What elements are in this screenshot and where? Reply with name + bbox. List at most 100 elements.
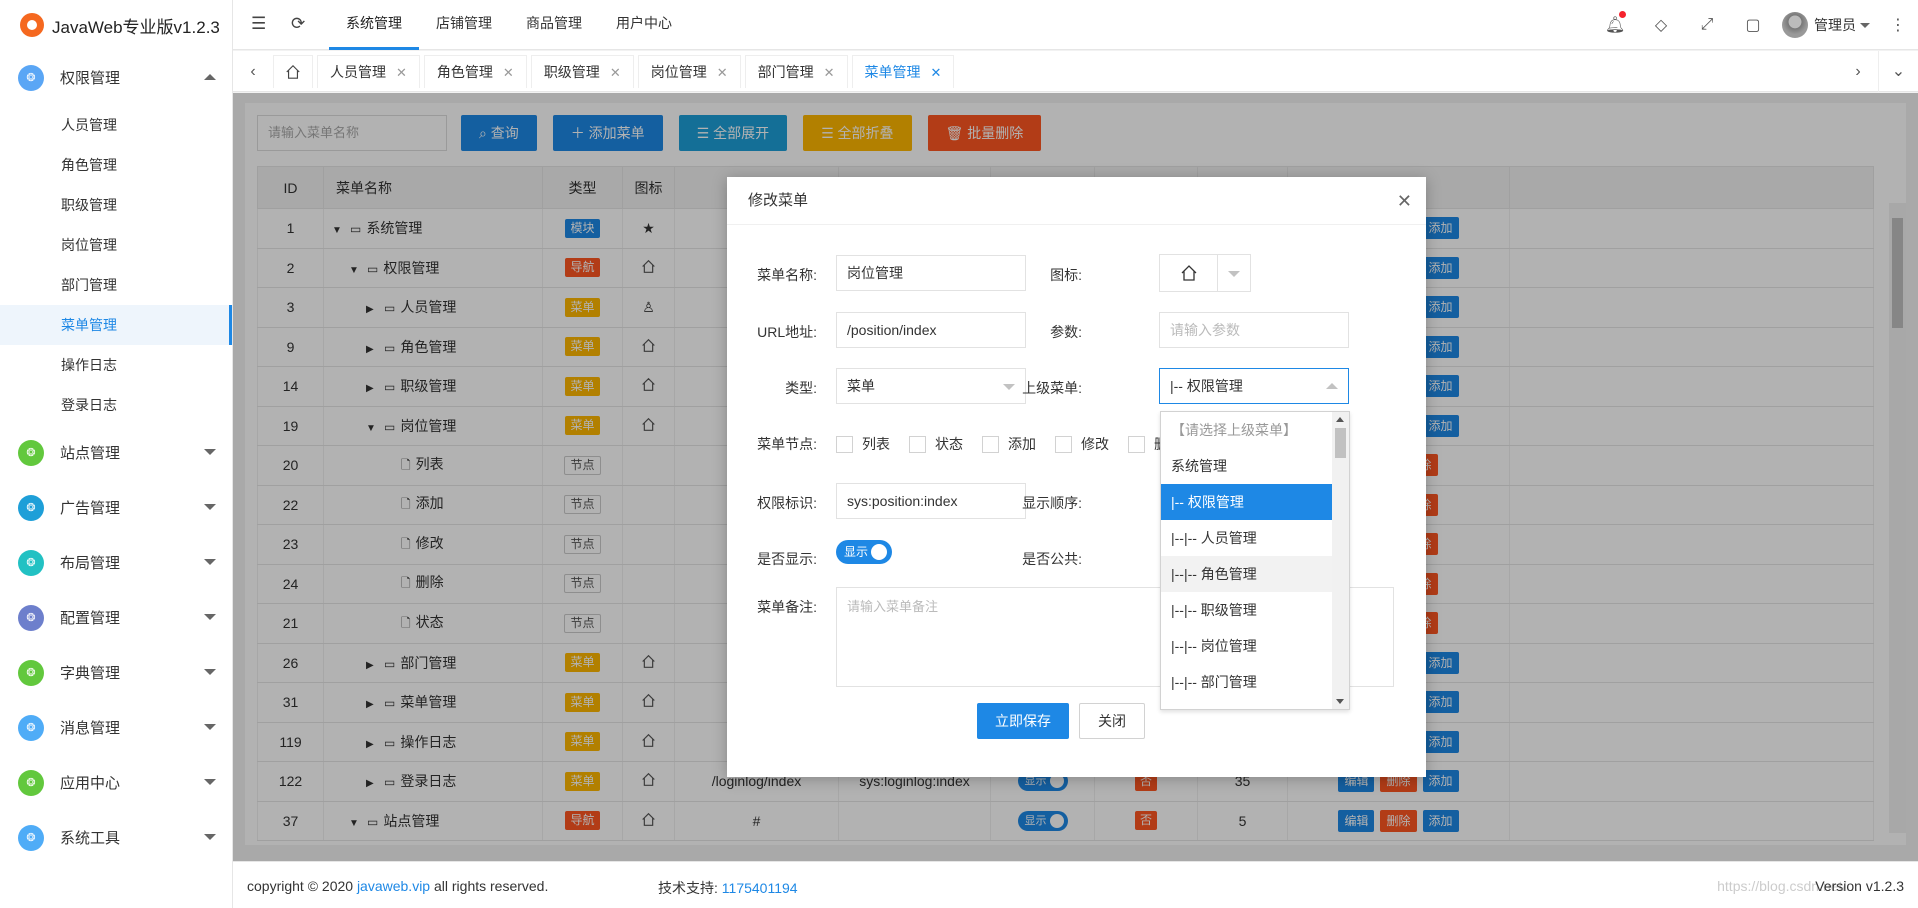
sidebar-group-5[interactable]: ❂ 字典管理 bbox=[0, 645, 232, 700]
icon-picker[interactable] bbox=[1159, 254, 1251, 292]
top-nav-item[interactable]: 用户中心 bbox=[599, 0, 689, 50]
param-input[interactable]: 请输入参数 bbox=[1159, 312, 1349, 348]
show-switch-label: 显示 bbox=[844, 545, 869, 559]
user-menu[interactable]: 管理员 bbox=[1776, 12, 1878, 38]
tab-item[interactable]: 岗位管理 ✕ bbox=[637, 55, 741, 88]
sidebar-item[interactable]: 人员管理 bbox=[0, 105, 232, 145]
close-icon[interactable]: ✕ bbox=[931, 57, 942, 88]
support-qq[interactable]: 1175401194 bbox=[722, 880, 798, 896]
dropdown-scroll-thumb[interactable] bbox=[1335, 428, 1346, 458]
collapse-menu-icon[interactable]: ☰ bbox=[251, 14, 266, 34]
copyright-link[interactable]: javaweb.vip bbox=[357, 878, 430, 894]
scroll-down-icon[interactable] bbox=[1336, 699, 1344, 704]
module-icon: ❂ bbox=[18, 549, 44, 576]
close-icon[interactable]: ✕ bbox=[503, 57, 514, 88]
node-checkbox-label: 列表 bbox=[862, 436, 890, 452]
scroll-up-icon[interactable] bbox=[1336, 417, 1344, 422]
sidebar-group-8[interactable]: ❂ 系统工具 bbox=[0, 810, 232, 865]
dropdown-option[interactable]: |--|-- 人员管理 bbox=[1161, 520, 1334, 556]
fullscreen-icon[interactable]: ⤢ bbox=[1684, 16, 1730, 34]
node-checkbox[interactable]: 添加 bbox=[982, 434, 1036, 454]
close-button[interactable]: 关闭 bbox=[1079, 703, 1145, 739]
bell-icon[interactable]: 🔔︎ bbox=[1592, 11, 1638, 35]
app-logo[interactable]: JavaWeb专业版v1.2.3 bbox=[0, 0, 232, 50]
support-label: 技术支持: bbox=[658, 880, 722, 896]
sidebar-item[interactable]: 职级管理 bbox=[0, 185, 232, 225]
node-checkbox[interactable]: 修改 bbox=[1055, 434, 1109, 454]
sidebar-group-1[interactable]: ❂ 站点管理 bbox=[0, 425, 232, 480]
close-icon[interactable]: ✕ bbox=[396, 57, 407, 88]
sidebar-item[interactable]: 岗位管理 bbox=[0, 225, 232, 265]
module-icon: ❂ bbox=[18, 494, 44, 521]
chevron-down-icon bbox=[204, 449, 216, 455]
sidebar-group-6[interactable]: ❂ 消息管理 bbox=[0, 700, 232, 755]
sidebar-group-0[interactable]: ❂ 权限管理 bbox=[0, 50, 232, 105]
sidebar-menu: ❂ 权限管理 人员管理 角色管理 职级管理 岗位管理 部门管理 菜单管理 操作日志 登录日志 ❂ 站点… bbox=[0, 50, 232, 865]
sidebar-item[interactable]: 部门管理 bbox=[0, 265, 232, 305]
close-icon[interactable]: ✕ bbox=[824, 57, 835, 88]
parent-value: |-- 权限管理 bbox=[1170, 378, 1243, 394]
checkbox-box[interactable] bbox=[836, 435, 853, 453]
sidebar-item[interactable]: 登录日志 bbox=[0, 385, 232, 425]
sidebar-item[interactable]: 菜单管理 bbox=[0, 305, 232, 345]
type-value: 菜单 bbox=[847, 378, 875, 394]
sidebar-group-label: 权限管理 bbox=[60, 70, 121, 87]
sidebar-item[interactable]: 角色管理 bbox=[0, 145, 232, 185]
dropdown-option[interactable]: |-- 权限管理 bbox=[1161, 484, 1334, 520]
tab-item[interactable]: 菜单管理 ✕ bbox=[851, 55, 955, 88]
sidebar-group-label: 站点管理 bbox=[60, 445, 121, 462]
type-label: 类型: bbox=[785, 380, 817, 396]
chevron-down-icon bbox=[204, 559, 216, 565]
dropdown-option[interactable]: 【请选择上级菜单】 bbox=[1161, 412, 1334, 448]
node-checkbox-label: 添加 bbox=[1008, 436, 1036, 452]
lock-icon[interactable]: ▢ bbox=[1730, 15, 1776, 35]
home-icon bbox=[1160, 255, 1218, 291]
more-vertical-icon[interactable]: ⋮ bbox=[1878, 15, 1918, 35]
copyright-suffix: all rights reserved. bbox=[430, 878, 549, 894]
checkbox-box[interactable] bbox=[982, 435, 999, 453]
node-checkbox[interactable]: 列表 bbox=[836, 434, 890, 454]
top-nav-item[interactable]: 店铺管理 bbox=[419, 0, 509, 50]
tag-icon[interactable]: ◇ bbox=[1638, 15, 1684, 35]
tab-home[interactable] bbox=[273, 55, 313, 88]
checkbox-box[interactable] bbox=[909, 435, 926, 453]
tab-item[interactable]: 职级管理 ✕ bbox=[530, 55, 634, 88]
top-header: ☰ ⟳ 系统管理 店铺管理 商品管理 用户中心 🔔︎ ◇ ⤢ ▢ 管理员 ⋮ bbox=[233, 0, 1918, 50]
dropdown-scrollbar[interactable] bbox=[1332, 412, 1349, 709]
dropdown-options: 【请选择上级菜单】 系统管理 |-- 权限管理 |--|-- 人员管理 |--|-- 角… bbox=[1161, 412, 1349, 700]
close-icon[interactable]: ✕ bbox=[610, 57, 621, 88]
sidebar-group-7[interactable]: ❂ 应用中心 bbox=[0, 755, 232, 810]
close-icon[interactable]: ✕ bbox=[1397, 177, 1412, 225]
tabs-menu-icon[interactable]: ⌄ bbox=[1878, 51, 1918, 92]
chevron-down-icon bbox=[204, 669, 216, 675]
remark-label: 菜单备注: bbox=[757, 599, 817, 615]
top-nav-item[interactable]: 商品管理 bbox=[509, 0, 599, 50]
dropdown-option[interactable]: 系统管理 bbox=[1161, 448, 1334, 484]
copyright-prefix: copyright © 2020 bbox=[247, 878, 357, 894]
tab-label: 职级管理 bbox=[543, 63, 600, 80]
parent-select[interactable]: |-- 权限管理 bbox=[1159, 368, 1349, 404]
refresh-icon[interactable]: ⟳ bbox=[291, 14, 305, 34]
save-button[interactable]: 立即保存 bbox=[977, 703, 1069, 739]
node-checkbox-label: 修改 bbox=[1081, 436, 1109, 452]
dropdown-option[interactable]: |--|-- 职级管理 bbox=[1161, 592, 1334, 628]
top-nav-item[interactable]: 系统管理 bbox=[329, 0, 419, 50]
tabs-next-icon[interactable]: › bbox=[1838, 51, 1878, 92]
sidebar-group-3[interactable]: ❂ 布局管理 bbox=[0, 535, 232, 590]
sidebar-group-2[interactable]: ❂ 广告管理 bbox=[0, 480, 232, 535]
checkbox-box[interactable] bbox=[1128, 435, 1145, 453]
dropdown-option[interactable]: |--|-- 岗位管理 bbox=[1161, 628, 1334, 664]
tab-item[interactable]: 部门管理 ✕ bbox=[744, 55, 848, 88]
tabs-prev-icon[interactable]: ‹ bbox=[233, 51, 273, 92]
dropdown-option[interactable]: |--|-- 部门管理 bbox=[1161, 664, 1334, 700]
node-checkbox[interactable]: 状态 bbox=[909, 434, 963, 454]
dropdown-option[interactable]: |--|-- 角色管理 bbox=[1161, 556, 1334, 592]
tab-item[interactable]: 角色管理 ✕ bbox=[423, 55, 527, 88]
icon-picker-arrow[interactable] bbox=[1218, 255, 1250, 291]
close-icon[interactable]: ✕ bbox=[717, 57, 728, 88]
sidebar-group-4[interactable]: ❂ 配置管理 bbox=[0, 590, 232, 645]
tab-item[interactable]: 人员管理 ✕ bbox=[317, 55, 420, 88]
show-switch[interactable]: 显示 bbox=[836, 540, 892, 564]
sidebar-item[interactable]: 操作日志 bbox=[0, 345, 232, 385]
checkbox-box[interactable] bbox=[1055, 435, 1072, 453]
